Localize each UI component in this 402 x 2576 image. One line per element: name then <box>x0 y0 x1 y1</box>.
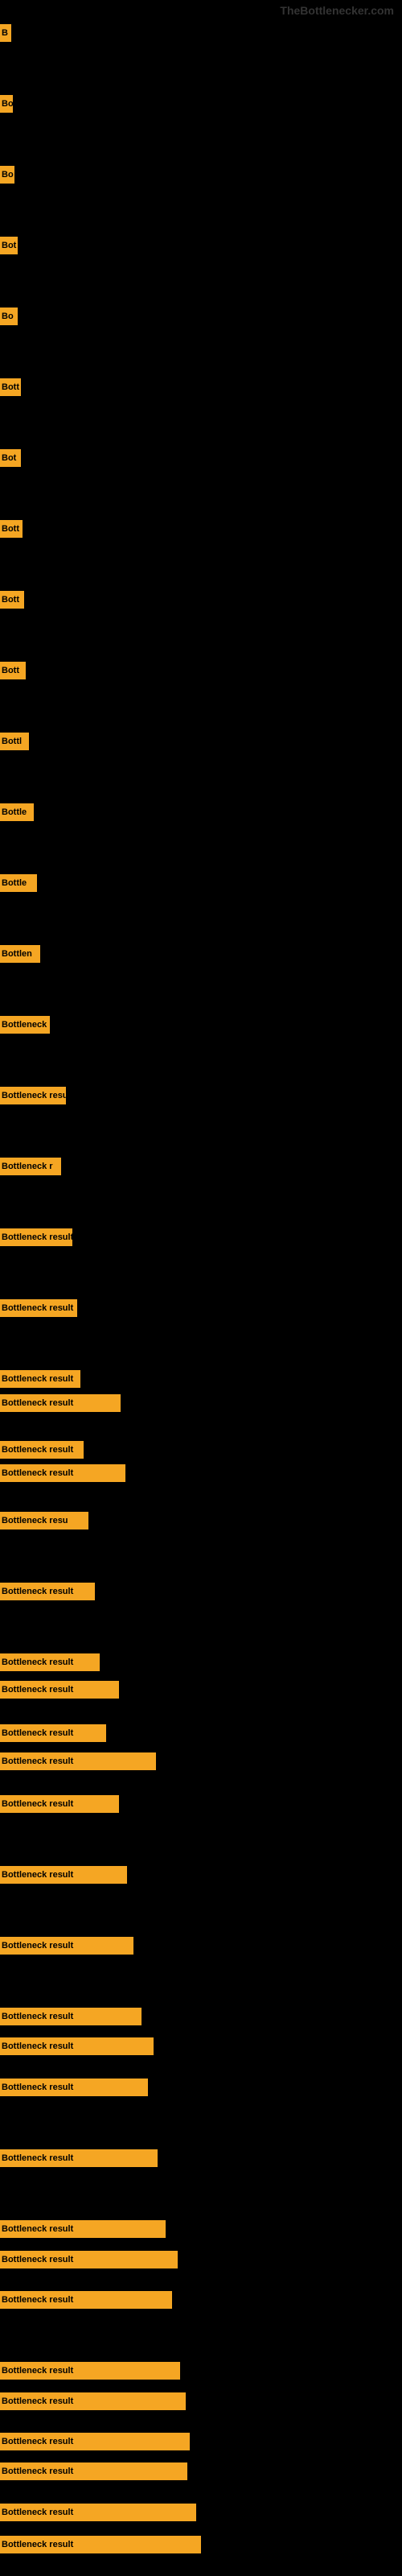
bar-label-20: Bottleneck result <box>0 1394 121 1412</box>
bar-item-39: Bottleneck result <box>0 2362 180 2380</box>
bar-item-26: Bottleneck result <box>0 1681 119 1699</box>
bar-label-0: B <box>0 24 11 42</box>
bar-label-26: Bottleneck result <box>0 1681 119 1699</box>
bar-label-19: Bottleneck result <box>0 1370 80 1388</box>
bar-item-24: Bottleneck result <box>0 1583 95 1600</box>
bar-item-1: Bo <box>0 95 13 113</box>
bar-item-8: Bott <box>0 591 24 609</box>
bar-item-40: Bottleneck result <box>0 2392 186 2410</box>
bar-item-19: Bottleneck result <box>0 1370 80 1388</box>
bar-item-38: Bottleneck result <box>0 2291 172 2309</box>
bar-item-14: Bottleneck <box>0 1016 50 1034</box>
bar-label-42: Bottleneck result <box>0 2462 187 2480</box>
bar-label-37: Bottleneck result <box>0 2251 178 2268</box>
bar-label-24: Bottleneck result <box>0 1583 95 1600</box>
bar-label-38: Bottleneck result <box>0 2291 172 2309</box>
bar-label-3: Bot <box>0 237 18 254</box>
bar-item-6: Bot <box>0 449 21 467</box>
site-title: TheBottlenecker.com <box>280 4 394 17</box>
bar-label-36: Bottleneck result <box>0 2220 166 2238</box>
bar-item-36: Bottleneck result <box>0 2220 166 2238</box>
bar-item-20: Bottleneck result <box>0 1394 121 1412</box>
bar-item-30: Bottleneck result <box>0 1866 127 1884</box>
bar-item-17: Bottleneck result <box>0 1228 72 1246</box>
bar-label-11: Bottle <box>0 803 34 821</box>
bar-label-35: Bottleneck result <box>0 2149 158 2167</box>
bar-label-10: Bottl <box>0 733 29 750</box>
bar-item-41: Bottleneck result <box>0 2433 190 2450</box>
bar-item-16: Bottleneck r <box>0 1158 61 1175</box>
bar-label-16: Bottleneck r <box>0 1158 61 1175</box>
bar-label-13: Bottlen <box>0 945 40 963</box>
bar-label-18: Bottleneck result <box>0 1299 77 1317</box>
bar-label-28: Bottleneck result <box>0 1752 156 1770</box>
bar-item-23: Bottleneck resu <box>0 1512 88 1530</box>
bar-label-30: Bottleneck result <box>0 1866 127 1884</box>
bar-item-44: Bottleneck result <box>0 2536 201 2553</box>
bar-item-13: Bottlen <box>0 945 40 963</box>
bar-item-25: Bottleneck result <box>0 1653 100 1671</box>
bar-label-21: Bottleneck result <box>0 1441 84 1459</box>
bar-item-4: Bo <box>0 308 18 325</box>
bar-item-5: Bott <box>0 378 21 396</box>
bar-label-27: Bottleneck result <box>0 1724 106 1742</box>
bar-item-10: Bottl <box>0 733 29 750</box>
bar-label-41: Bottleneck result <box>0 2433 190 2450</box>
bar-label-32: Bottleneck result <box>0 2008 142 2025</box>
bar-label-39: Bottleneck result <box>0 2362 180 2380</box>
bar-label-29: Bottleneck result <box>0 1795 119 1813</box>
bar-label-15: Bottleneck resu <box>0 1087 66 1104</box>
bar-label-43: Bottleneck result <box>0 2504 196 2521</box>
bar-label-34: Bottleneck result <box>0 2079 148 2096</box>
bar-label-14: Bottleneck <box>0 1016 50 1034</box>
bar-label-12: Bottle <box>0 874 37 892</box>
bar-item-35: Bottleneck result <box>0 2149 158 2167</box>
bar-label-2: Bo <box>0 166 14 184</box>
bar-item-31: Bottleneck result <box>0 1937 133 1955</box>
bar-label-6: Bot <box>0 449 21 467</box>
bar-item-9: Bott <box>0 662 26 679</box>
bar-item-42: Bottleneck result <box>0 2462 187 2480</box>
bar-item-28: Bottleneck result <box>0 1752 156 1770</box>
bar-label-31: Bottleneck result <box>0 1937 133 1955</box>
bar-item-2: Bo <box>0 166 14 184</box>
bar-label-17: Bottleneck result <box>0 1228 72 1246</box>
bar-label-7: Bott <box>0 520 23 538</box>
bar-item-22: Bottleneck result <box>0 1464 125 1482</box>
bar-label-5: Bott <box>0 378 21 396</box>
bar-item-7: Bott <box>0 520 23 538</box>
bar-item-3: Bot <box>0 237 18 254</box>
bar-label-40: Bottleneck result <box>0 2392 186 2410</box>
bar-item-21: Bottleneck result <box>0 1441 84 1459</box>
bar-item-33: Bottleneck result <box>0 2037 154 2055</box>
bar-label-33: Bottleneck result <box>0 2037 154 2055</box>
bar-label-44: Bottleneck result <box>0 2536 201 2553</box>
bar-label-22: Bottleneck result <box>0 1464 125 1482</box>
bar-item-12: Bottle <box>0 874 37 892</box>
bar-item-43: Bottleneck result <box>0 2504 196 2521</box>
bar-label-1: Bo <box>0 95 13 113</box>
bar-item-27: Bottleneck result <box>0 1724 106 1742</box>
bar-label-9: Bott <box>0 662 26 679</box>
bar-item-0: B <box>0 24 11 42</box>
bar-item-32: Bottleneck result <box>0 2008 142 2025</box>
bar-label-8: Bott <box>0 591 24 609</box>
bar-item-34: Bottleneck result <box>0 2079 148 2096</box>
bar-label-23: Bottleneck resu <box>0 1512 88 1530</box>
bar-label-4: Bo <box>0 308 18 325</box>
bar-item-29: Bottleneck result <box>0 1795 119 1813</box>
bar-item-37: Bottleneck result <box>0 2251 178 2268</box>
bar-label-25: Bottleneck result <box>0 1653 100 1671</box>
bar-item-18: Bottleneck result <box>0 1299 77 1317</box>
bar-item-15: Bottleneck resu <box>0 1087 66 1104</box>
bar-item-11: Bottle <box>0 803 34 821</box>
